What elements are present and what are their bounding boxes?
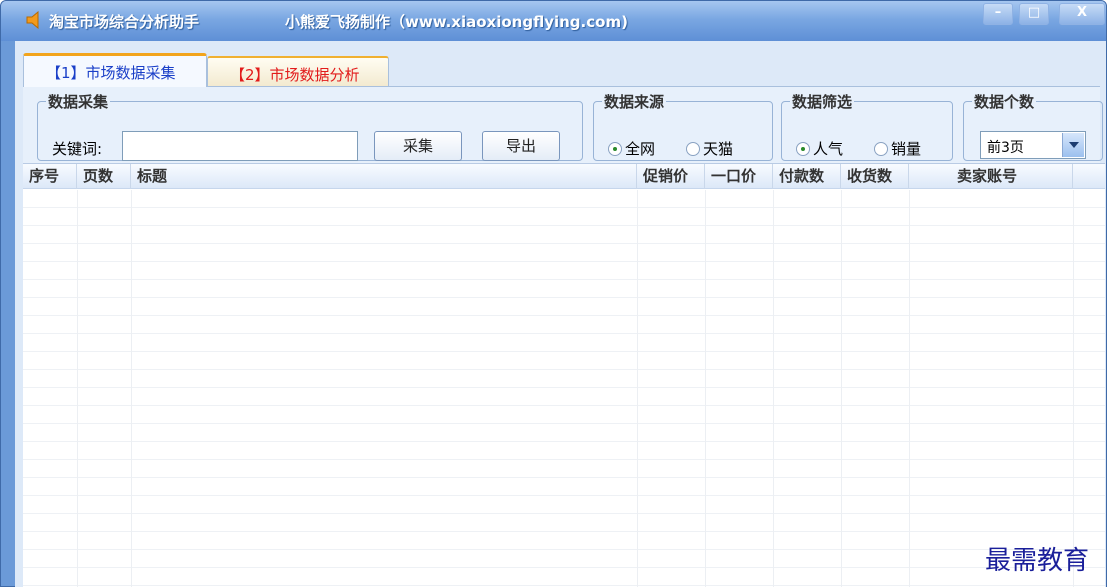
speaker-icon [26,11,39,29]
collect-button[interactable]: 采集 [374,131,462,161]
radio-selected-icon [608,142,622,156]
data-collect-legend: 数据采集 [48,93,109,111]
data-source-group: 数据来源 全网 天猫 [593,91,773,161]
column-divider [773,190,774,587]
column-divider [131,190,132,587]
column-divider [77,190,78,587]
column-header-fixed-price[interactable]: 一口价 [705,164,773,189]
radio-empty-icon [874,142,888,156]
filter-radio-sales[interactable]: 销量 [874,138,921,159]
tab-market-data-collect[interactable]: 【1】市场数据采集 [23,53,207,87]
column-header-received-count[interactable]: 收货数 [841,164,909,189]
watermark: 最需教育 [985,546,1090,576]
app-window: 淘宝市场综合分析助手 小熊爱飞扬制作（www.xiaoxiongflying.c… [0,0,1107,587]
column-divider [705,190,706,587]
filter-radio-popularity-label: 人气 [813,140,844,158]
source-radio-tmall-label: 天猫 [703,140,734,158]
source-radio-tmall[interactable]: 天猫 [686,138,733,159]
keyword-input[interactable] [122,131,358,161]
keyword-label: 关键词: [52,140,103,158]
data-filter-legend: 数据筛选 [792,93,853,111]
tab-market-data-analyze[interactable]: 【2】市场数据分析 [207,56,389,86]
column-header-index[interactable]: 序号 [23,164,77,189]
maximize-button[interactable]: □ [1019,3,1049,25]
page-count-value: 前3页 [987,140,1024,156]
page-count-select[interactable]: 前3页 [980,131,1086,159]
column-header-title[interactable]: 标题 [131,164,637,189]
maximize-icon: □ [1027,5,1041,20]
column-divider [909,190,910,587]
close-icon: X [1076,5,1088,20]
data-collect-group: 数据采集 关键词: 采集 导出 [37,91,583,161]
filter-radio-sales-label: 销量 [891,140,922,158]
filter-radio-popularity[interactable]: 人气 [796,138,843,159]
source-radio-all-label: 全网 [625,140,656,158]
column-divider [841,190,842,587]
column-divider [1073,190,1074,587]
app-credit: 小熊爱飞扬制作（www.xiaoxiongflying.com) [285,13,628,31]
results-table[interactable]: 序号 页数 标题 促销价 一口价 付款数 收货数 卖家账号 [23,163,1105,587]
dropdown-arrow-icon[interactable] [1062,133,1084,157]
radio-empty-icon [686,142,700,156]
table-body[interactable] [23,190,1105,587]
column-header-promo-price[interactable]: 促销价 [637,164,705,189]
column-header-page[interactable]: 页数 [77,164,131,189]
data-count-group: 数据个数 前3页 [963,91,1103,161]
close-button[interactable]: X [1059,3,1105,25]
client-area: 【1】市场数据采集 【2】市场数据分析 数据采集 关键词: 采集 导出 数据来源… [15,41,1106,587]
minimize-icon: – [994,5,1002,20]
control-panel: 数据采集 关键词: 采集 导出 数据来源 全网 天猫 数据筛选 人气 销量 数据… [23,86,1103,164]
table-header: 序号 页数 标题 促销价 一口价 付款数 收货数 卖家账号 [23,164,1105,189]
data-source-legend: 数据来源 [604,93,665,111]
radio-selected-icon [796,142,810,156]
minimize-button[interactable]: – [983,3,1013,25]
title-bar[interactable]: 淘宝市场综合分析助手 小熊爱飞扬制作（www.xiaoxiongflying.c… [1,1,1106,41]
data-filter-group: 数据筛选 人气 销量 [781,91,953,161]
column-header-paid-count[interactable]: 付款数 [773,164,841,189]
source-radio-all[interactable]: 全网 [608,138,655,159]
data-count-legend: 数据个数 [974,93,1035,111]
column-header-seller-account[interactable]: 卖家账号 [909,164,1073,189]
app-title: 淘宝市场综合分析助手 [49,13,200,31]
export-button[interactable]: 导出 [482,131,560,161]
column-divider [637,190,638,587]
